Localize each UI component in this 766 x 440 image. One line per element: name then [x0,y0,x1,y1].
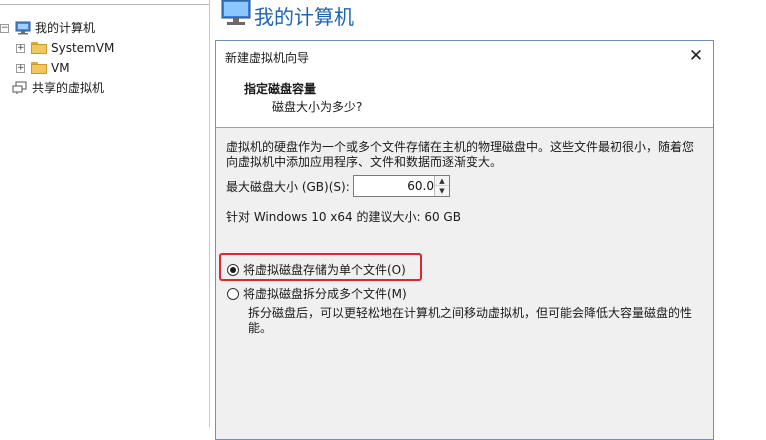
close-icon[interactable]: ✕ [685,45,707,67]
tree-item-label: VM [51,61,70,75]
tree-item-label: 共享的虚拟机 [32,81,105,95]
expand-icon[interactable]: + [16,43,25,53]
split-option-note: 拆分磁盘后，可以更轻松地在计算机之间移动虚拟机，但可能会降低大容量磁盘的性能。 [248,306,693,335]
option-split-files[interactable]: 将虚拟磁盘拆分成多个文件(M) [227,285,407,302]
stepper-up-icon[interactable]: ▲ [435,176,449,186]
stepper-down-icon[interactable]: ▼ [435,186,449,196]
step-subtitle: 磁盘大小为多少? [272,100,363,114]
dialog-titlebar[interactable]: 新建虚拟机向导 ✕ [216,41,713,71]
step-title: 指定磁盘容量 [244,82,317,96]
collapse-icon[interactable]: − [0,23,9,33]
max-disk-size-input[interactable] [354,176,436,196]
tree-search-box[interactable]: ⌕ [0,0,209,5]
option-single-file-label: 将虚拟磁盘存储为单个文件(O) [243,263,406,277]
option-split-files-label: 将虚拟磁盘拆分成多个文件(M) [243,287,407,301]
option-single-file[interactable]: 将虚拟磁盘存储为单个文件(O) [227,261,406,278]
max-disk-size-label: 最大磁盘大小 (GB)(S): [226,180,350,194]
library-tree-pane: ⌕ − 我的计算机 + SystemVM + VM 共享的虚拟机 [0,0,210,427]
new-vm-wizard-dialog: 新建虚拟机向导 ✕ 指定磁盘容量 磁盘大小为多少? 虚拟机的硬盘作为一个或多个文… [215,40,714,440]
wizard-body: 虚拟机的硬盘作为一个或多个文件存储在主机的物理磁盘中。这些文件最初很小，随着您向… [216,128,713,439]
disk-description: 虚拟机的硬盘作为一个或多个文件存储在主机的物理磁盘中。这些文件最初很小，随着您向… [226,140,695,169]
stepper-buttons: ▲ ▼ [434,176,449,196]
tree-item-my-computer[interactable]: − 我的计算机 [0,19,95,37]
tree-item-systemvm[interactable]: + SystemVM [16,39,114,57]
radio-single-file[interactable] [227,263,239,276]
search-icon: ⌕ [2,0,8,3]
computer-icon [221,0,251,25]
max-disk-size-stepper[interactable]: ▲ ▼ [353,175,450,197]
recommended-size-text: 针对 Windows 10 x64 的建议大小: 60 GB [226,210,461,224]
computer-icon [15,21,31,35]
dialog-title: 新建虚拟机向导 [225,51,310,65]
tree-item-shared-vms[interactable]: 共享的虚拟机 [12,79,104,97]
folder-icon [31,62,47,74]
tree-item-label: 我的计算机 [35,21,96,35]
folder-icon [31,42,47,54]
wizard-step-header: 指定磁盘容量 磁盘大小为多少? [216,71,713,128]
expand-icon[interactable]: + [16,63,25,73]
page-title: 我的计算机 [254,5,354,29]
radio-split-files[interactable] [227,287,239,300]
tree-item-label: SystemVM [51,41,115,55]
tree-item-vm[interactable]: + VM [16,59,70,77]
shared-vm-icon [12,81,27,94]
content-header: 我的计算机 [211,0,766,40]
